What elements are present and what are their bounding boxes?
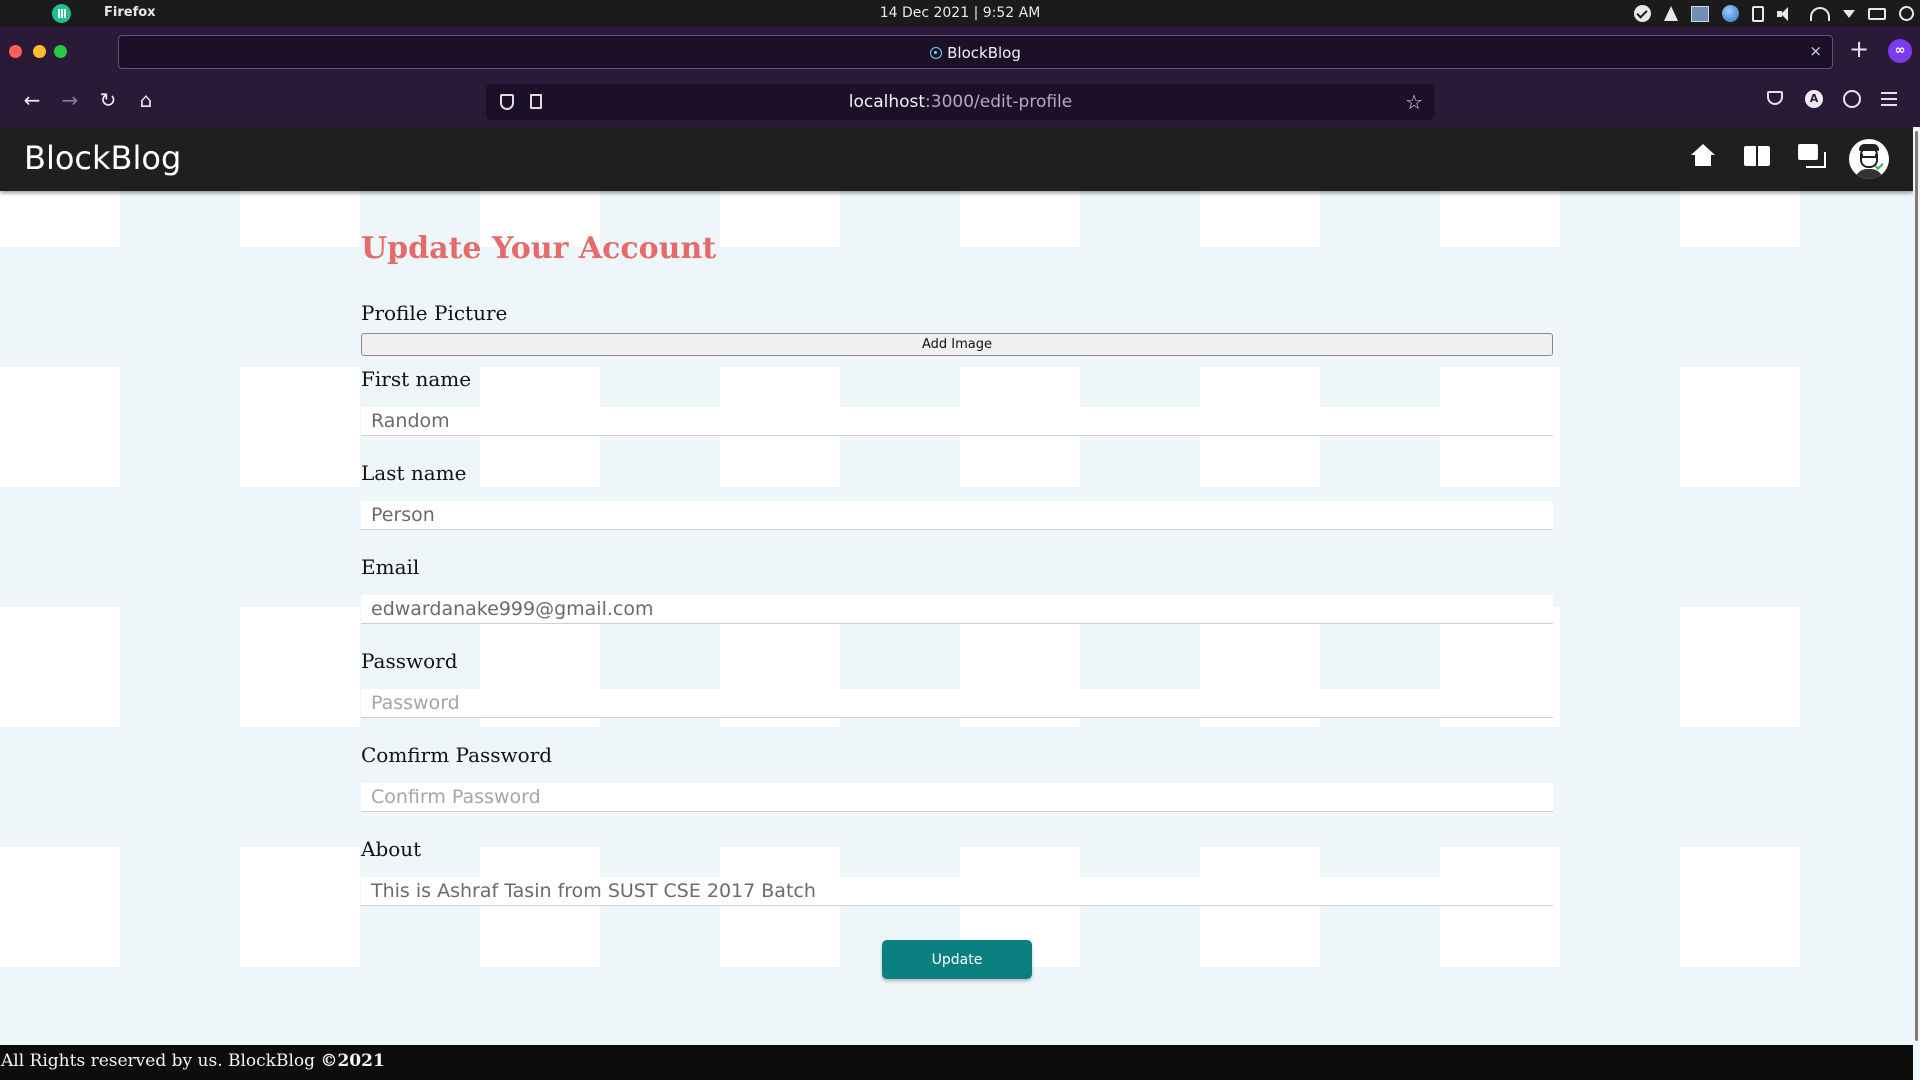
home-icon[interactable]: ⌂	[134, 89, 158, 111]
wifi-icon[interactable]	[1810, 6, 1830, 21]
last-name-input[interactable]	[361, 501, 1553, 530]
site-header: BlockBlog	[0, 127, 1913, 191]
keyboard-icon[interactable]	[1868, 7, 1886, 20]
blogs-book-icon[interactable]	[1744, 144, 1772, 168]
footer-text: All Rights reserved by us. BlockBlog	[1, 1051, 321, 1071]
forward-arrow-icon[interactable]: →	[58, 89, 82, 111]
new-tab-button[interactable]: +	[1849, 37, 1869, 61]
user-avatar[interactable]	[1849, 139, 1889, 179]
password-label: Password	[361, 649, 458, 673]
vlc-cone-icon[interactable]	[1664, 6, 1678, 21]
forum-chat-icon[interactable]	[1798, 144, 1826, 170]
update-button[interactable]: Update	[882, 940, 1032, 979]
email-label: Email	[361, 555, 420, 579]
window-close-button[interactable]	[9, 45, 22, 58]
reload-icon[interactable]: ↻	[96, 89, 120, 111]
page-viewport: BlockBlog Update Your Account Profile Pi…	[0, 127, 1920, 1080]
tab-title: BlockBlog	[947, 44, 1021, 62]
browser-globe-icon[interactable]	[1722, 5, 1739, 22]
form-container	[359, 191, 1554, 974]
url-host: localhost	[848, 92, 926, 112]
url-text[interactable]: localhost:3000/edit-profile	[486, 92, 1435, 112]
confirm-password-input[interactable]	[361, 783, 1553, 812]
screenshot-tool-icon[interactable]	[1691, 5, 1709, 22]
react-favicon-icon	[930, 47, 943, 59]
last-name-label: Last name	[361, 461, 467, 485]
page-scrollbar[interactable]	[1913, 127, 1920, 1045]
tab-blockblog[interactable]: BlockBlog ×	[118, 35, 1833, 69]
volume-icon[interactable]	[1777, 6, 1797, 21]
back-arrow-icon[interactable]: ←	[20, 89, 44, 111]
browser-nav-bar: ← → ↻ ⌂ localhost:3000/edit-profile ☆ A	[0, 76, 1920, 127]
private-mask-icon[interactable]: ∞	[1888, 39, 1912, 63]
confirm-password-label: Comfirm Password	[361, 743, 553, 767]
clipboard-icon[interactable]	[1752, 5, 1764, 22]
first-name-label: First name	[361, 367, 472, 391]
hamburger-menu-icon[interactable]	[1881, 92, 1897, 106]
tray-dropdown-icon[interactable]	[1843, 9, 1855, 18]
bookmark-star-icon[interactable]: ☆	[1405, 90, 1423, 114]
url-path: :3000/edit-profile	[925, 92, 1073, 112]
about-label: About	[361, 837, 422, 861]
footer-year: ©2021	[320, 1051, 385, 1071]
email-input[interactable]	[361, 595, 1553, 624]
about-input[interactable]	[361, 877, 1553, 906]
profile-picture-label: Profile Picture	[361, 301, 508, 325]
first-name-input[interactable]	[361, 407, 1553, 436]
extension-globe-icon[interactable]	[1843, 90, 1861, 108]
password-input[interactable]	[361, 689, 1553, 718]
system-tray	[1621, 0, 1920, 27]
home-icon[interactable]	[1691, 144, 1715, 168]
window-maximize-button[interactable]	[54, 45, 67, 58]
tab-close-icon[interactable]: ×	[1809, 42, 1822, 60]
site-brand[interactable]: BlockBlog	[24, 139, 181, 177]
window-minimize-button[interactable]	[33, 45, 46, 58]
add-image-button[interactable]: Add Image	[361, 333, 1553, 356]
update-check-icon[interactable]	[1634, 5, 1651, 22]
pocket-icon[interactable]	[1767, 91, 1783, 105]
power-icon[interactable]	[1899, 6, 1914, 21]
page-title: Update Your Account	[361, 231, 717, 266]
browser-tab-bar: BlockBlog × + ∞	[0, 27, 1920, 76]
account-icon[interactable]: A	[1805, 90, 1823, 108]
site-footer: All Rights reserved by us. BlockBlog ©20…	[0, 1045, 1913, 1080]
os-top-bar: Firefox 14 Dec 2021 | 9:52 AM	[0, 0, 1920, 27]
address-bar[interactable]: localhost:3000/edit-profile ☆	[486, 84, 1435, 120]
